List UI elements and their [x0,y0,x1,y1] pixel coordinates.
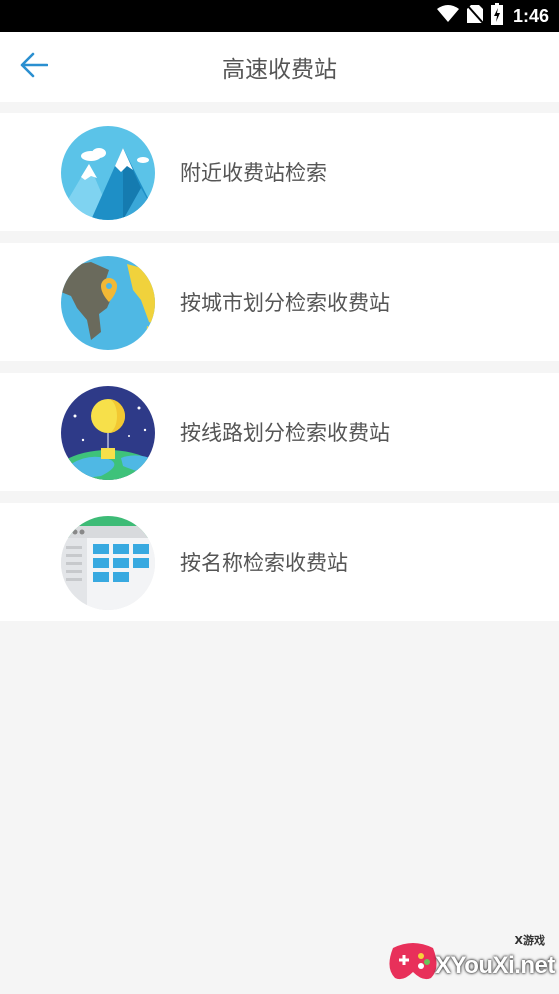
menu-item-nearby-search[interactable]: 附近收费站检索 [0,113,559,231]
watermark-small-text: X游戏 [514,934,545,947]
page-title: 高速收费站 [222,57,337,83]
status-bar: 1:46 [0,0,559,32]
menu-item-search-by-name[interactable]: 按名称检索收费站 [0,503,559,621]
no-sim-icon [466,4,484,28]
watermark-text: XYouXi.net [435,952,555,979]
mountain-icon [61,126,155,220]
status-icons: 1:46 [436,0,549,32]
wifi-icon [436,5,459,27]
status-time: 1:46 [512,5,549,26]
menu-item-search-by-city[interactable]: 按城市划分检索收费站 [0,243,559,361]
watermark: X游戏 XYouXi.net [387,932,555,988]
menu-item-label: 按线路划分检索收费站 [180,421,390,445]
menu-item-search-by-route[interactable]: 按线路划分检索收费站 [0,373,559,491]
gamepad-logo-icon [387,938,439,984]
battery-charging-icon [490,3,503,29]
balloon-icon [61,386,155,480]
menu-item-label: 附近收费站检索 [180,161,327,185]
globe-pin-icon [61,256,155,350]
menu-item-label: 按城市划分检索收费站 [180,291,390,315]
app-bar: 高速收费站 [0,32,559,102]
table-grid-icon [61,516,155,610]
menu-item-label: 按名称检索收费站 [180,551,348,575]
